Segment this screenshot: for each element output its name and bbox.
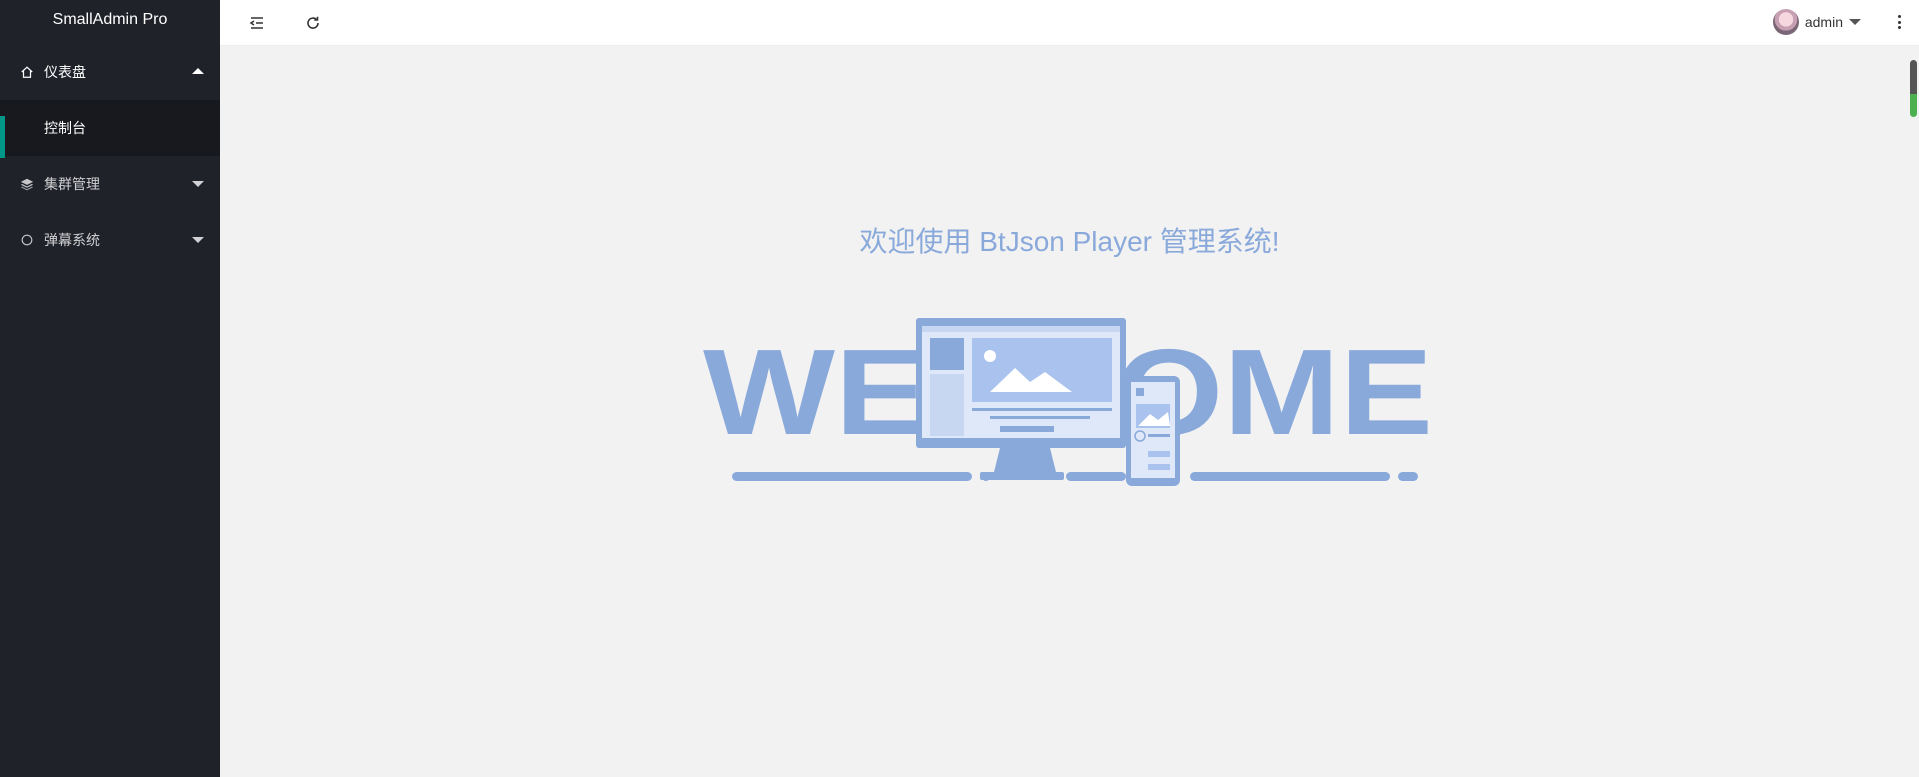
sidebar-item-cluster[interactable]: 集群管理 <box>0 156 220 212</box>
user-menu[interactable]: admin <box>1772 8 1861 36</box>
layers-icon <box>20 177 34 191</box>
indent-icon <box>249 17 263 29</box>
active-indicator <box>0 116 5 158</box>
sidebar-item-label: 仪表盘 <box>44 64 86 80</box>
app-logo[interactable]: SmallAdmin Pro <box>0 0 220 44</box>
welcome-illustration: WELCOME <box>703 318 1433 486</box>
sidebar-item-label: 弹幕系统 <box>44 232 100 248</box>
chevron-down-icon <box>192 181 204 187</box>
sidebar-item-label: 控制台 <box>44 120 86 136</box>
refresh-button[interactable] <box>300 10 326 36</box>
circle-icon <box>20 233 34 247</box>
sidebar-item-danmaku[interactable]: 弹幕系统 <box>0 212 220 268</box>
sidebar-item-label: 集群管理 <box>44 176 100 192</box>
sidebar: SmallAdmin Pro 仪表盘 控制台 集群管理 弹幕系统 <box>0 0 220 777</box>
scrollbar[interactable] <box>1910 60 1917 117</box>
top-header: admin <box>220 0 1919 46</box>
welcome-heading: 欢迎使用 BtJson Player 管理系统! <box>859 226 1280 257</box>
chevron-up-icon <box>192 68 204 74</box>
chevron-down-icon <box>1849 19 1861 25</box>
username: admin <box>1804 14 1843 30</box>
refresh-icon <box>307 16 319 29</box>
sidebar-submenu-dashboard: 控制台 <box>0 100 220 158</box>
decorative-bars <box>732 472 1418 481</box>
home-icon <box>20 65 34 79</box>
menu-toggle-button[interactable] <box>244 10 270 36</box>
more-vertical-icon[interactable] <box>1893 12 1905 32</box>
sidebar-item-dashboard[interactable]: 仪表盘 <box>0 44 220 100</box>
avatar <box>1772 9 1799 35</box>
chevron-down-icon <box>192 237 204 243</box>
sidebar-item-console[interactable]: 控制台 <box>0 100 220 158</box>
phone-graphic <box>1126 376 1180 486</box>
